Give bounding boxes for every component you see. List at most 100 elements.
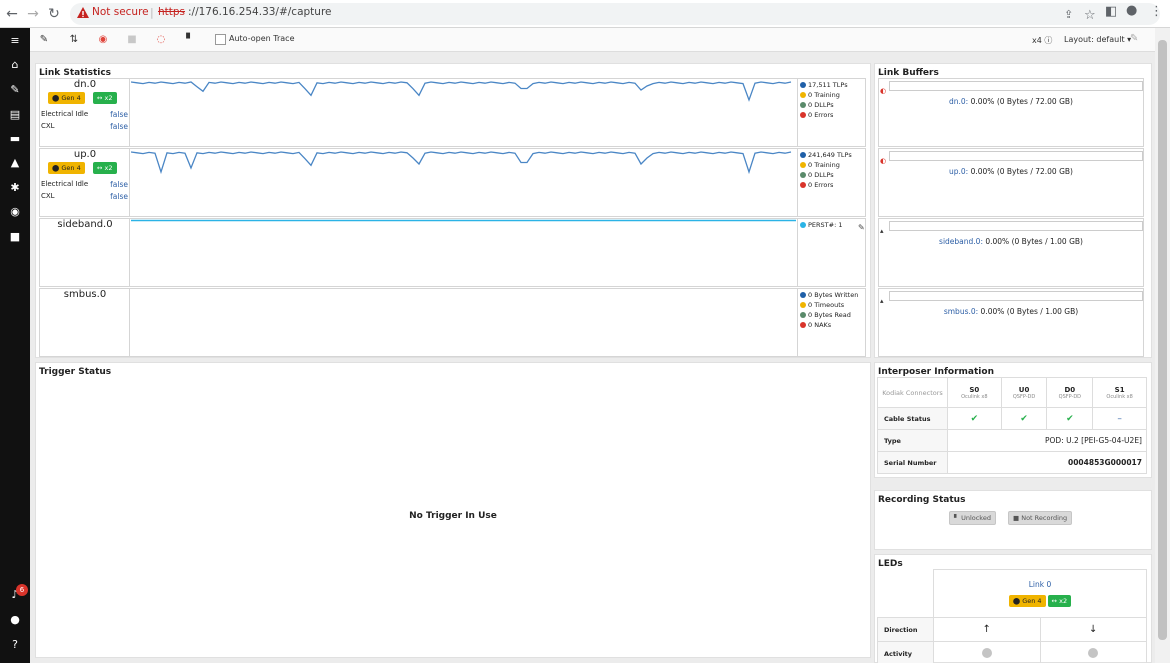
no-trigger-message: No Trigger In Use xyxy=(409,511,497,521)
leds-table: Link 0 ⬤ Gen 4 ↔ x2 Direction ↑ ↓ Activi… xyxy=(877,569,1147,663)
lanes-badge: ↔ x2 xyxy=(93,92,117,104)
app-sidebar: ≡ ⌂ ✎ ▤ ▬ ▲ ✱ ◉ ■ ♪ 6 ● ? xyxy=(0,28,30,663)
buffer-marker-icon: ◐ xyxy=(880,87,887,95)
smbus-graph xyxy=(131,289,796,356)
warning-icon xyxy=(77,7,89,18)
led-circle-icon xyxy=(981,647,992,658)
buffer-bar xyxy=(889,221,1143,231)
connector-s0: S0 Oculink x8 xyxy=(947,377,1002,408)
wrench-icon[interactable]: ✎ xyxy=(8,83,22,97)
direction-row: Direction ↑ ↓ xyxy=(877,617,1147,642)
list-icon[interactable]: ■ xyxy=(8,230,22,244)
flask-icon[interactable]: ▲ xyxy=(8,156,22,170)
legend-training: 0 Training xyxy=(800,91,840,101)
trigger-icon[interactable]: ◌ xyxy=(154,33,168,47)
edit-layout-icon[interactable]: ✎ xyxy=(1130,33,1138,44)
serial-value: 0004853G000017 xyxy=(947,451,1147,474)
red-dot-icon xyxy=(800,322,806,328)
user-icon[interactable]: ● xyxy=(8,613,22,627)
gen-badge: ⬤ Gen 4 xyxy=(1008,595,1046,607)
record-icon[interactable]: ◉ xyxy=(96,33,110,47)
not-recording-button[interactable]: ■ Not Recording xyxy=(1008,511,1073,525)
connector-type: Oculink x8 xyxy=(961,393,988,400)
bookmark-star-icon[interactable]: ☆ xyxy=(1084,8,1096,23)
connector-s1: S1 Oculink x8 xyxy=(1092,377,1147,408)
cxl-value: false xyxy=(110,192,128,201)
menu-icon[interactable]: ≡ xyxy=(8,34,22,48)
buffer-bar xyxy=(889,291,1143,301)
electrical-idle-label: Electrical Idle xyxy=(41,110,89,118)
buffer-text: smbus.0: 0.00% (0 Bytes / 1.00 GB) xyxy=(879,307,1143,316)
link-row-dn0: dn.0 ⬤ Gen 4 ↔ x2 Electrical Idle false … xyxy=(39,78,866,147)
auto-open-trace-checkbox[interactable] xyxy=(215,34,226,45)
home-icon[interactable]: ⌂ xyxy=(8,58,22,72)
buffer-text: up.0: 0.00% (0 Bytes / 72.00 GB) xyxy=(879,167,1143,176)
legend-tlps: 241,649 TLPs xyxy=(800,151,852,161)
lanes-label: x2 xyxy=(1059,597,1068,605)
link-name: dn.0 xyxy=(73,79,97,90)
browser-bar: ← → ↻ Not secure | https ://176.16.254.3… xyxy=(0,0,1170,28)
yellow-dot-icon xyxy=(800,302,806,308)
side-panel-icon[interactable]: ◧ xyxy=(1105,4,1117,19)
direction-label: Direction xyxy=(877,617,934,642)
yellow-dot-icon xyxy=(800,92,806,98)
buffer-marker-icon: ◐ xyxy=(880,157,887,165)
cable-status-u0: ✔ xyxy=(1000,407,1048,430)
connector-name: U0 xyxy=(1018,385,1030,394)
scrollbar-thumb[interactable] xyxy=(1158,40,1167,640)
reload-icon[interactable]: ↻ xyxy=(46,6,62,22)
chart-icon[interactable]: ▤ xyxy=(8,108,22,122)
connector-u0: U0 QSFP-DD xyxy=(1000,377,1048,408)
help-icon[interactable]: ? xyxy=(8,638,22,652)
drive-icon[interactable]: ▬ xyxy=(8,132,22,146)
buffer-usage: 0.00% (0 Bytes / 72.00 GB) xyxy=(968,167,1073,176)
dn0-throughput-graph xyxy=(131,81,792,102)
address-bar[interactable]: Not secure | https ://176.16.254.33/#/ca… xyxy=(70,3,1160,25)
share-icon[interactable]: ⇪ xyxy=(1064,8,1073,21)
legend-text: 0 Bytes Written xyxy=(808,291,859,299)
browser-menu-icon[interactable]: ⋮ xyxy=(1150,4,1163,19)
x4-label: x4 xyxy=(1032,36,1042,45)
profile-icon[interactable]: ● xyxy=(1126,3,1137,18)
forward-icon[interactable]: → xyxy=(25,6,41,22)
page-scrollbar[interactable] xyxy=(1155,28,1170,663)
cable-status-d0: ✔ xyxy=(1046,407,1094,430)
buffer-marker-icon: ▴ xyxy=(880,227,884,235)
link-legend: PERST#: 1 ✎ xyxy=(797,219,865,286)
x4-indicator[interactable]: x4 ⓘ xyxy=(1032,35,1052,46)
activity-led-down xyxy=(1039,641,1147,663)
legend-text: PERST#: 1 xyxy=(808,221,843,229)
link-buffers-title: Link Buffers xyxy=(878,68,939,78)
connector-name: D0 xyxy=(1064,385,1076,394)
activity-row: Activity xyxy=(877,641,1147,663)
link-row-sideband0: sideband.0 PERST#: 1 ✎ xyxy=(39,218,866,287)
unlocked-button[interactable]: ▘ Unlocked xyxy=(949,511,996,525)
sort-icon[interactable]: ⇅ xyxy=(67,33,81,47)
activity-led-up xyxy=(933,641,1041,663)
stop-icon[interactable]: ■ xyxy=(125,33,139,47)
type-row: Type POD: U.2 [PEI-G5-04-U2E] xyxy=(877,429,1147,452)
gear-icon[interactable]: ✱ xyxy=(8,181,22,195)
electrical-idle-value: false xyxy=(110,180,128,189)
unlocked-label: Unlocked xyxy=(961,514,991,522)
back-icon[interactable]: ← xyxy=(4,6,20,22)
lanes-badge: ↔ x2 xyxy=(1047,595,1072,607)
cxl-label: CXL xyxy=(41,122,55,130)
dash-icon: – xyxy=(1117,413,1122,424)
unlock-icon[interactable]: ▘ xyxy=(183,33,197,47)
wrench-tool-icon[interactable]: ✎ xyxy=(37,33,51,47)
interposer-table: Kodiak Connectors S0 Oculink x8 U0 QSFP-DD… xyxy=(877,377,1147,474)
layout-dropdown[interactable]: Layout: default ▾ xyxy=(1064,35,1131,44)
buffer-name: sideband.0: xyxy=(939,237,983,246)
sideband-graph xyxy=(131,219,796,222)
layout-label: Layout: default xyxy=(1064,35,1125,44)
red-dot-icon xyxy=(800,182,806,188)
pencil-icon[interactable]: ✎ xyxy=(858,223,865,232)
legend-errors: 0 Errors xyxy=(800,111,833,121)
type-value: POD: U.2 [PEI-G5-04-U2E] xyxy=(947,429,1147,452)
tlp-series-line xyxy=(131,151,792,175)
target-icon[interactable]: ◉ xyxy=(8,205,22,219)
legend-naks: 0 NAKs xyxy=(800,321,831,331)
blue-dot-icon xyxy=(800,292,806,298)
legend-text: 0 NAKs xyxy=(808,321,832,329)
